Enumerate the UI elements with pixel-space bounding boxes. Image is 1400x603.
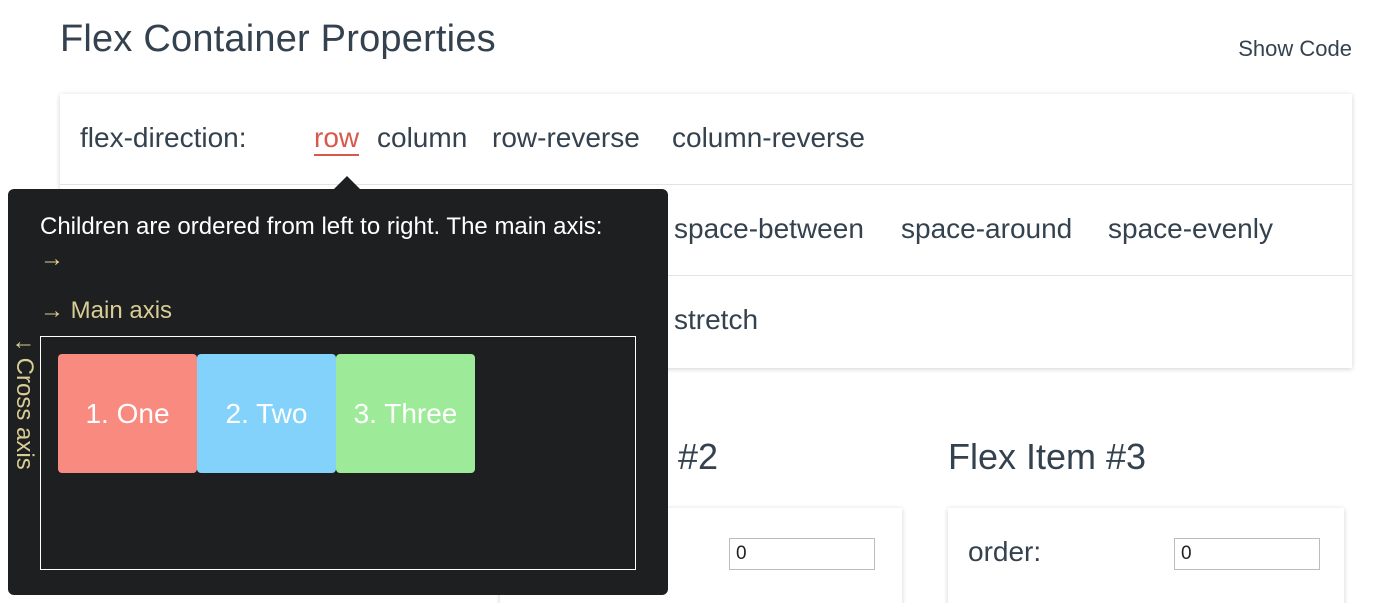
option-stretch[interactable]: stretch (674, 304, 758, 336)
cross-axis-label: ↓ Cross axis (11, 339, 38, 470)
demo-item-three: 3. Three (336, 354, 475, 473)
option-column[interactable]: column (377, 122, 467, 154)
option-row-reverse[interactable]: row-reverse (492, 122, 640, 154)
flex-playground-page: Flex Container Properties Show Code flex… (0, 0, 1400, 603)
main-axis-label: → Main axis (40, 297, 173, 324)
order-label: order: (968, 536, 1042, 567)
tooltip-description-text: Children are ordered from left to right.… (40, 213, 603, 240)
demo-item-two: 2. Two (197, 354, 336, 473)
demo-item-one: 1. One (58, 354, 197, 473)
option-column-reverse[interactable]: column-reverse (672, 122, 865, 154)
option-space-around[interactable]: space-around (901, 213, 1072, 245)
tooltip-description: Children are ordered from left to right.… (40, 211, 630, 275)
show-code-link[interactable]: Show Code (1238, 36, 1352, 62)
flex-direction-tooltip: Children are ordered from left to right.… (8, 176, 668, 595)
flex-demo-container: 1. One 2. Two 3. Three (40, 336, 636, 570)
flex-item-3-card: order: (948, 508, 1344, 603)
flex-item-2-heading: #2 (678, 436, 719, 477)
option-space-between[interactable]: space-between (674, 213, 864, 245)
order-input[interactable] (1174, 538, 1320, 570)
property-row-flex-direction: flex-direction: row column row-reverse c… (60, 94, 1352, 185)
order-input[interactable] (729, 538, 875, 570)
page-title: Flex Container Properties (60, 18, 496, 60)
tooltip-caret (334, 176, 360, 189)
option-space-evenly[interactable]: space-evenly (1108, 213, 1273, 245)
flex-item-3-heading: Flex Item #3 (948, 436, 1147, 477)
right-arrow-icon: → (40, 245, 64, 272)
option-row[interactable]: row (314, 122, 360, 156)
property-label: flex-direction: (80, 122, 247, 153)
